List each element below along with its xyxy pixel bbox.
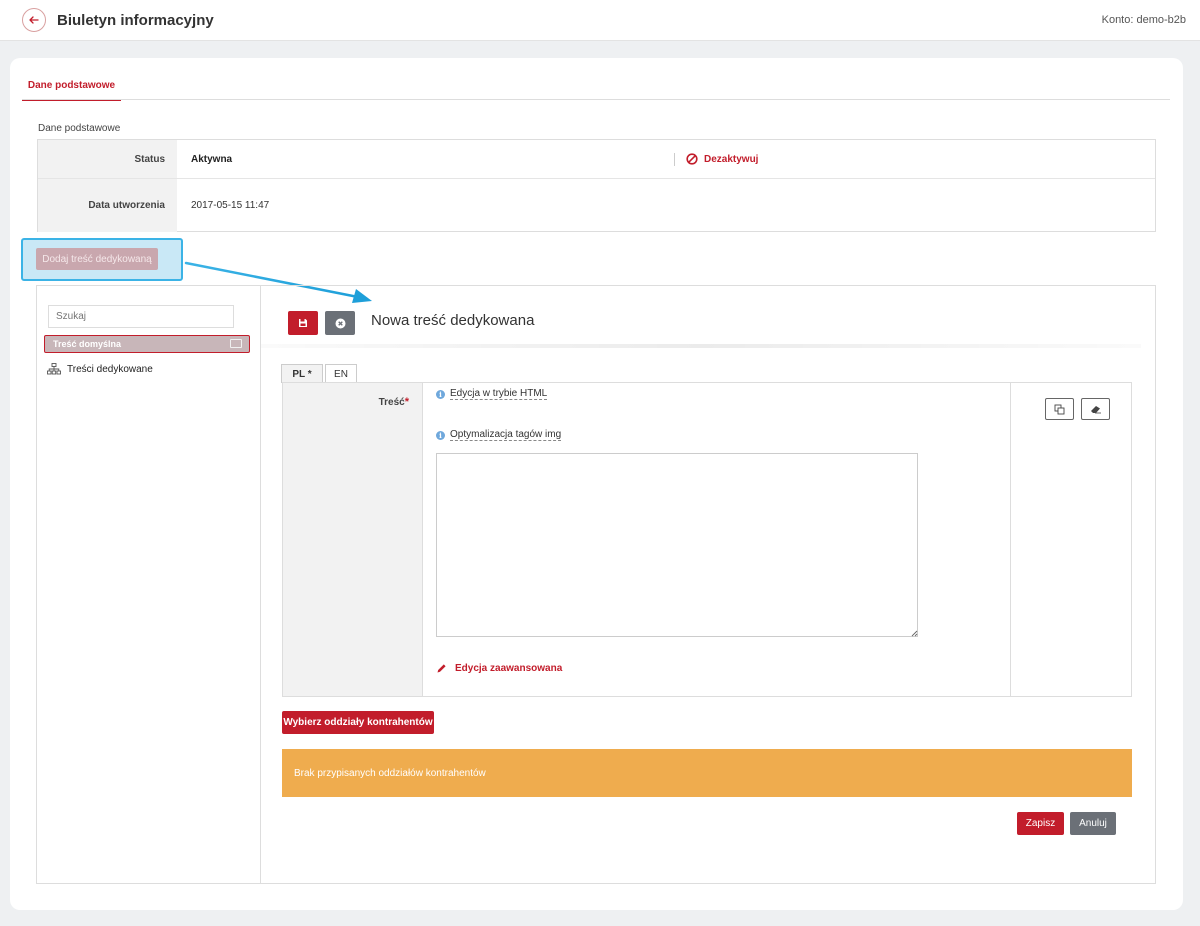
content-textarea[interactable] — [436, 453, 918, 637]
top-bar: Biuletyn informacyjny Konto: demo-b2b — [0, 0, 1200, 41]
cancel-button[interactable]: Anuluj — [1070, 812, 1116, 835]
arrow-left-icon — [29, 16, 39, 24]
tab-basic-data[interactable]: Dane podstawowe — [22, 78, 121, 101]
clear-button[interactable] — [1081, 398, 1110, 420]
search-input[interactable] — [48, 305, 234, 328]
img-optimization-link[interactable]: i Optymalizacja tagów img — [436, 429, 562, 441]
back-button[interactable] — [22, 8, 46, 32]
divider — [261, 344, 1141, 348]
html-mode-link[interactable]: i Edycja w trybie HTML — [436, 388, 548, 400]
status-value: Aktywna — [191, 153, 233, 165]
divider — [674, 153, 675, 166]
table-row: Data utworzenia 2017-05-15 11:47 — [38, 179, 1155, 232]
save-button[interactable]: Zapisz — [1017, 812, 1064, 835]
account-label: Konto: demo-b2b — [1101, 14, 1186, 26]
dedicated-content-panel: Treść domyślna Treści dedykowane — [36, 285, 1156, 884]
tree-item-dedicated-contents[interactable]: Treści dedykowane — [47, 363, 153, 375]
select-branches-button[interactable]: Wybierz oddziały kontrahentów — [282, 711, 434, 734]
tabs-divider — [22, 99, 1170, 100]
required-mark: * — [404, 396, 409, 408]
add-dedicated-content-button[interactable]: Dodaj treść dedykowaną — [36, 248, 158, 270]
tree-item-label: Treści dedykowane — [67, 363, 153, 375]
content-field-box: Treść* i Edycja w trybie HTML i Optymali… — [282, 382, 1132, 697]
deactivate-button[interactable]: Dezaktywuj — [686, 140, 758, 178]
cancel-icon-button[interactable] — [325, 311, 355, 335]
content-label-column: Treść* — [283, 383, 423, 696]
page-title: Biuletyn informacyjny — [57, 12, 214, 29]
no-branches-alert: Brak przypisanych oddziałów kontrahentów — [282, 749, 1132, 797]
created-date-value: 2017-05-15 11:47 — [191, 200, 270, 211]
created-date-label: Data utworzenia — [38, 179, 177, 232]
divider — [1010, 383, 1011, 696]
floppy-icon — [299, 319, 307, 327]
advanced-edit-label: Edycja zaawansowana — [455, 663, 563, 674]
save-icon-button[interactable] — [288, 311, 318, 335]
status-label: Status — [38, 140, 177, 178]
card-icon — [230, 339, 242, 348]
tab-lang-en[interactable]: EN — [325, 364, 357, 383]
info-icon: i — [436, 389, 445, 399]
tree-item-label: Treść domyślna — [53, 339, 122, 349]
sitemap-icon — [47, 363, 61, 375]
content-label: Treść* — [378, 396, 409, 408]
img-optimization-label: Optymalizacja tagów img — [450, 429, 562, 441]
html-mode-label: Edycja w trybie HTML — [450, 388, 548, 400]
content-form: Nowa treść dedykowana PL * EN Treść* i E… — [261, 286, 1156, 883]
resize-handle-icon[interactable] — [911, 630, 918, 637]
advanced-edit-link[interactable]: Edycja zaawansowana — [436, 663, 562, 674]
tab-lang-pl[interactable]: PL * — [281, 364, 323, 383]
table-row: Status Aktywna Dezaktywuj — [38, 140, 1155, 179]
tree-item-default-content[interactable]: Treść domyślna — [44, 335, 250, 353]
copy-icon — [1054, 404, 1065, 414]
close-circle-icon — [335, 318, 345, 328]
basic-data-table: Status Aktywna Dezaktywuj Data utworzeni… — [37, 139, 1156, 232]
pencil-icon — [437, 664, 446, 673]
deactivate-label: Dezaktywuj — [704, 153, 759, 165]
eraser-icon — [1090, 406, 1101, 414]
section-label: Dane podstawowe — [38, 123, 121, 134]
info-icon: i — [436, 430, 445, 440]
form-title: Nowa treść dedykowana — [371, 312, 535, 329]
content-tree: Treść domyślna Treści dedykowane — [37, 286, 261, 883]
copy-button[interactable] — [1045, 398, 1074, 420]
ban-icon — [686, 153, 698, 165]
